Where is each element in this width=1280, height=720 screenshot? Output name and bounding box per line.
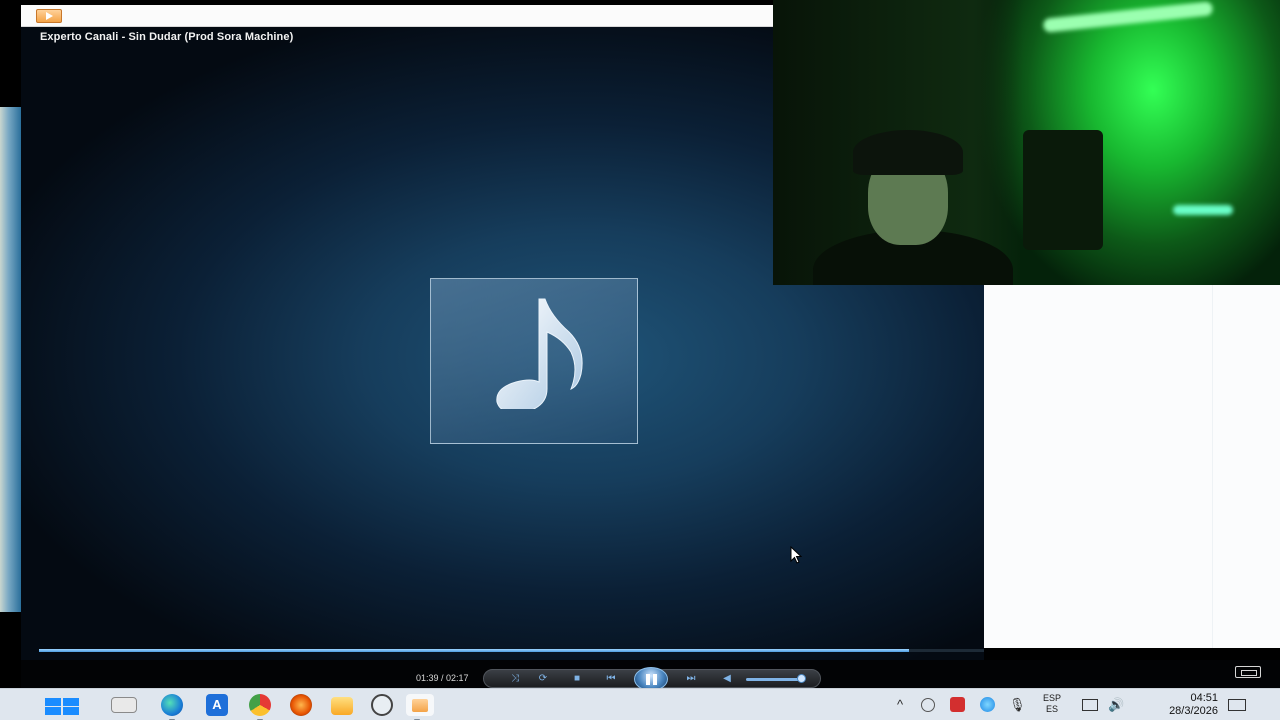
shuffle-icon[interactable]: ⤨ xyxy=(508,673,522,685)
edge-tray-icon[interactable] xyxy=(980,697,995,712)
word-icon[interactable]: A xyxy=(206,694,228,716)
mouse-cursor-icon xyxy=(790,546,802,564)
app-tray-icon[interactable] xyxy=(950,697,965,712)
network-icon[interactable] xyxy=(1082,699,1098,711)
playback-time: 01:39 / 02:17 xyxy=(416,673,469,683)
clock[interactable]: 04:51 28/3/2026 xyxy=(1138,692,1218,718)
media-player-app-icon xyxy=(36,9,62,23)
task-view-icon[interactable] xyxy=(111,697,137,713)
background-window-edge xyxy=(0,107,21,612)
webcam-overlay xyxy=(773,0,1280,285)
file-explorer-icon[interactable] xyxy=(331,697,353,715)
previous-button[interactable]: ⏮ xyxy=(600,673,622,685)
git-icon[interactable] xyxy=(290,694,312,716)
android-studio-icon[interactable] xyxy=(371,694,393,716)
language-indicator[interactable]: ESP ES xyxy=(1043,693,1061,715)
volume-slider[interactable] xyxy=(746,678,804,681)
stop-button[interactable]: ■ xyxy=(570,673,584,685)
album-art xyxy=(430,278,638,444)
microphone-shape xyxy=(1023,130,1103,250)
chrome-icon[interactable] xyxy=(249,694,271,720)
volume-slider-knob[interactable] xyxy=(797,674,806,683)
next-button[interactable]: ⏭ xyxy=(680,673,702,685)
notifications-icon[interactable] xyxy=(1228,699,1246,711)
background-window-panel xyxy=(984,285,1280,648)
switch-to-library-button[interactable] xyxy=(1235,666,1261,678)
start-button[interactable] xyxy=(44,694,80,716)
show-hidden-icons-chevron-icon[interactable]: ^ xyxy=(892,697,908,713)
taskbar: A ^ 🎙 ESP ES 🔊 04:51 28/3/2026 xyxy=(0,688,1280,720)
vpn-icon[interactable] xyxy=(921,698,935,712)
now-playing-title: Experto Canali - Sin Dudar (Prod Sora Ma… xyxy=(40,31,294,43)
screen: Experto Canali - Sin Dudar (Prod Sora Ma… xyxy=(0,0,1280,720)
windows-logo-icon xyxy=(45,698,61,706)
media-player-icon xyxy=(412,699,428,712)
mute-icon[interactable]: ◀ xyxy=(720,673,734,685)
speaker-icon[interactable]: 🔊 xyxy=(1108,697,1124,713)
repeat-icon[interactable]: ⟳ xyxy=(536,673,550,685)
player-control-bar: 01:39 / 02:17 ⤨ ⟳ ■ ⏮ ⏭ ◀ xyxy=(21,660,1280,691)
microphone-icon[interactable]: 🎙 xyxy=(1009,697,1026,713)
desktop-background xyxy=(0,0,21,107)
transport-controls: ⤨ ⟳ ■ ⏮ ⏭ ◀ xyxy=(483,667,821,691)
seek-bar[interactable] xyxy=(39,649,984,652)
media-player-taskbar-button[interactable] xyxy=(406,694,434,720)
media-player-titlebar[interactable] xyxy=(21,5,773,27)
music-note-icon xyxy=(496,298,583,409)
edge-icon[interactable] xyxy=(161,694,183,720)
seek-bar-fill xyxy=(39,649,909,652)
